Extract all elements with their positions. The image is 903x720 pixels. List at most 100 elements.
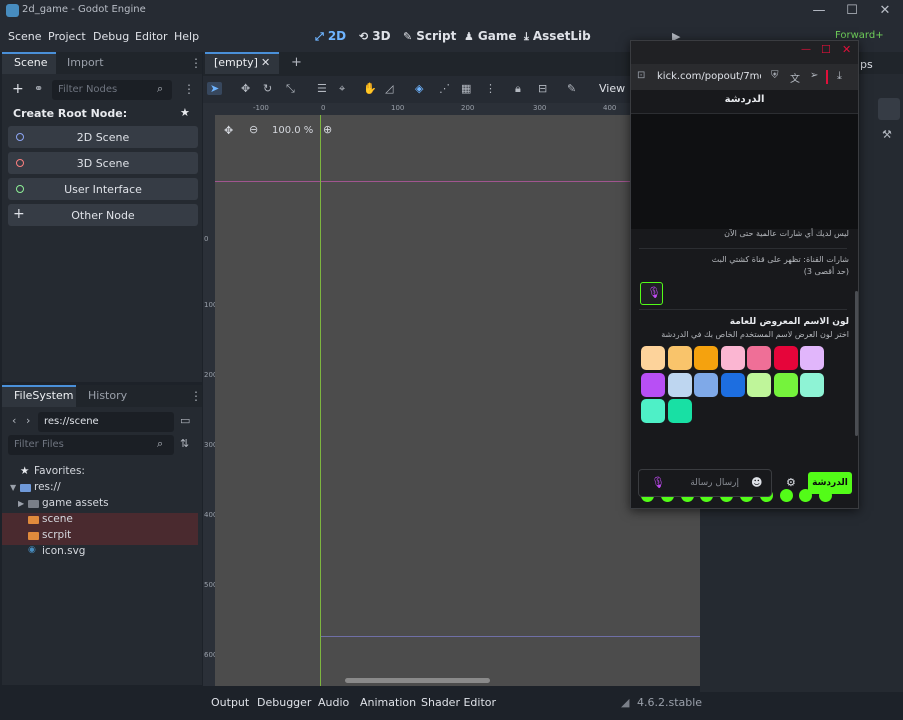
snap-icon[interactable]: ⋰ — [439, 82, 450, 95]
color-swatch[interactable] — [773, 372, 798, 397]
color-swatch[interactable] — [773, 346, 798, 370]
more-icon[interactable]: ⋮ — [485, 82, 496, 95]
lock-icon[interactable]: 🔒︎ — [515, 82, 521, 96]
tab-scene[interactable]: Scene — [14, 56, 48, 69]
bone-icon[interactable]: ✎ — [567, 82, 576, 95]
workspace-game[interactable]: ♟ Game — [464, 29, 516, 43]
pivot-icon[interactable]: ⌖ — [339, 82, 345, 96]
move-tool-icon[interactable]: ✥ — [241, 82, 250, 95]
root-3d-scene-button[interactable]: 3D Scene — [8, 152, 198, 174]
share-icon[interactable]: ➢ — [810, 70, 818, 81]
view-menu[interactable]: View — [599, 82, 625, 95]
rotate-tool-icon[interactable]: ↻ — [263, 82, 272, 95]
favorite-star-icon[interactable]: ★ — [180, 106, 190, 119]
sort-icon[interactable]: ⇅ — [180, 437, 189, 450]
emoji-icon[interactable]: ☻ — [751, 476, 762, 489]
message-input[interactable]: 🎙︎ إرسال رسالة ☻ — [638, 469, 772, 497]
color-swatch[interactable] — [720, 372, 745, 397]
popup-maximize-icon[interactable]: ☐ — [821, 43, 831, 56]
tab-animation[interactable]: Animation — [360, 696, 416, 709]
color-swatch[interactable] — [747, 346, 771, 370]
root-user-interface-button[interactable]: User Interface — [8, 178, 198, 200]
color-swatch[interactable] — [800, 346, 824, 370]
workspace-2d[interactable]: ⤢ 2D — [315, 29, 346, 44]
zoom-in-icon[interactable]: ⊕ — [323, 123, 332, 136]
translate-icon[interactable]: 文 — [790, 70, 800, 85]
node-options-icon[interactable]: ⋮ — [183, 82, 195, 96]
color-swatch[interactable] — [720, 346, 745, 370]
list-select-icon[interactable]: ☰ — [317, 82, 327, 95]
tab-output[interactable]: Output — [211, 696, 249, 709]
ruler-tool-icon[interactable]: ◿ — [385, 82, 393, 95]
center-view-icon[interactable]: ✥ — [224, 124, 233, 137]
color-swatch[interactable] — [694, 346, 718, 370]
file-row-icon-svg[interactable]: ◉ icon.svg — [2, 545, 198, 561]
close-button[interactable]: ✕ — [872, 2, 898, 20]
menu-project[interactable]: Project — [48, 30, 86, 43]
tab-empty-scene[interactable]: [empty] — [214, 56, 258, 69]
smart-snap-icon[interactable]: ◈ — [415, 82, 423, 95]
scene-dock-menu-icon[interactable]: ⋮ — [190, 56, 202, 70]
res-root-row[interactable]: ▼ res:// — [2, 481, 198, 497]
root-other-node-button[interactable]: + Other Node — [8, 204, 198, 226]
color-swatch[interactable] — [667, 346, 692, 370]
group-icon[interactable]: ⊟ — [538, 82, 547, 95]
emote-icon[interactable] — [779, 489, 793, 502]
url-text[interactable]: kick.com/popout/7mde — [657, 71, 761, 82]
popup-scrollbar[interactable] — [855, 291, 858, 436]
tab-shader-editor[interactable]: Shader Editor — [421, 696, 496, 709]
minimize-button[interactable]: — — [806, 2, 832, 20]
tab-debugger[interactable]: Debugger — [257, 696, 311, 709]
scale-tool-icon[interactable]: ⤡ — [286, 82, 295, 96]
workspace-3d[interactable]: ⟲ 3D — [359, 29, 391, 43]
folder-row-scene[interactable]: scene — [2, 513, 198, 529]
link-icon[interactable]: ⚭ — [34, 82, 43, 95]
color-swatch[interactable] — [694, 372, 718, 397]
color-swatch[interactable] — [800, 372, 824, 397]
pan-tool-icon[interactable]: ✋ — [363, 82, 377, 95]
tab-fragment[interactable]: ps — [860, 58, 873, 71]
tab-import[interactable]: Import — [67, 56, 104, 69]
maximize-button[interactable]: ☐ — [839, 2, 865, 20]
folder-row-game-assets[interactable]: ▶ game assets — [2, 497, 198, 513]
zoom-level[interactable]: 100.0 % — [272, 125, 313, 136]
workspace-assetlib[interactable]: ⤓ AssetLib — [524, 29, 591, 44]
favorites-row[interactable]: ★ Favorites: — [2, 465, 198, 481]
zoom-out-icon[interactable]: ⊖ — [249, 123, 258, 136]
add-node-icon[interactable]: + — [12, 81, 24, 97]
menu-help[interactable]: Help — [174, 30, 199, 43]
send-chat-button[interactable]: الدردشة — [808, 472, 852, 494]
split-view-icon[interactable]: ▭ — [180, 414, 190, 427]
forward-icon[interactable]: › — [26, 414, 30, 427]
tab-filesystem[interactable]: FileSystem — [14, 389, 73, 402]
close-tab-icon[interactable]: ✕ — [261, 56, 270, 69]
color-swatch[interactable] — [667, 372, 692, 397]
menu-scene[interactable]: Scene — [8, 30, 42, 43]
settings-icon[interactable]: ⚙ — [786, 476, 796, 489]
tools-icon[interactable]: ⚒ — [882, 128, 892, 141]
popup-minimize-icon[interactable]: — — [801, 44, 811, 55]
folder-row-scrpit[interactable]: scrpit — [2, 529, 198, 545]
select-tool-icon[interactable]: ➤ — [207, 82, 223, 95]
grid-icon[interactable]: ▦ — [461, 82, 471, 95]
inspector-button[interactable] — [878, 98, 900, 120]
fs-dock-menu-icon[interactable]: ⋮ — [190, 389, 202, 403]
download-icon[interactable]: ⤓ — [837, 69, 842, 83]
back-icon[interactable]: ‹ — [12, 414, 16, 427]
color-swatch[interactable] — [667, 399, 692, 423]
color-swatch[interactable] — [641, 372, 665, 397]
horizontal-scrollbar[interactable] — [345, 678, 490, 683]
color-swatch[interactable] — [747, 372, 771, 397]
canvas-viewport[interactable]: ✥ ⊖ 100.0 % ⊕ — [215, 115, 700, 686]
filter-files-input[interactable]: Filter Files — [8, 435, 174, 455]
badge-slot[interactable]: 🎙︎ — [640, 282, 663, 305]
menu-editor[interactable]: Editor — [135, 30, 168, 43]
filter-nodes-input[interactable]: Filter Nodes — [52, 80, 172, 100]
popup-close-icon[interactable]: ✕ — [842, 43, 851, 56]
tab-history[interactable]: History — [88, 389, 127, 402]
shield-icon[interactable]: ⛨ — [771, 70, 779, 81]
root-2d-scene-button[interactable]: 2D Scene — [8, 126, 198, 148]
tab-audio[interactable]: Audio — [318, 696, 349, 709]
workspace-script[interactable]: ✎ Script — [403, 29, 456, 43]
menu-debug[interactable]: Debug — [93, 30, 129, 43]
